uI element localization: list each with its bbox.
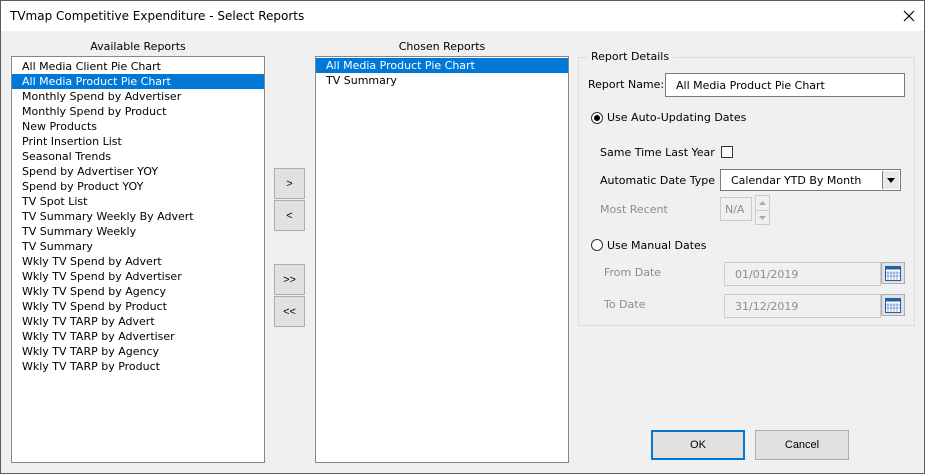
to-date-calendar-button[interactable] bbox=[881, 294, 905, 316]
spin-down-icon bbox=[759, 215, 766, 220]
cancel-button[interactable]: Cancel bbox=[755, 430, 849, 460]
from-date-label: From Date bbox=[604, 266, 662, 279]
dialog-body: Available Reports All Media Client Pie C… bbox=[0, 31, 925, 474]
add-all-button[interactable]: >> bbox=[274, 264, 305, 295]
manual-dates-radio[interactable] bbox=[591, 239, 603, 251]
list-item[interactable]: Print Insertion List bbox=[12, 134, 264, 149]
close-button[interactable] bbox=[894, 1, 924, 31]
spin-down-button[interactable] bbox=[756, 210, 769, 224]
same-time-last-year-checkbox[interactable] bbox=[721, 146, 733, 158]
list-item[interactable]: TV Summary Weekly bbox=[12, 224, 264, 239]
list-item[interactable]: TV Spot List bbox=[12, 194, 264, 209]
auto-date-type-select[interactable]: Calendar YTD By Month bbox=[720, 169, 901, 191]
same-time-last-year-label: Same Time Last Year bbox=[600, 146, 715, 159]
list-item[interactable]: Wkly TV Spend by Agency bbox=[12, 284, 264, 299]
list-item[interactable]: Wkly TV Spend by Advert bbox=[12, 254, 264, 269]
list-item[interactable]: TV Summary bbox=[316, 73, 568, 88]
list-item[interactable]: All Media Product Pie Chart bbox=[316, 58, 568, 73]
manual-dates-label: Use Manual Dates bbox=[607, 239, 707, 252]
spin-up-button[interactable] bbox=[756, 196, 769, 210]
list-item[interactable]: Monthly Spend by Product bbox=[12, 104, 264, 119]
most-recent-input[interactable]: N/A bbox=[720, 197, 752, 221]
chosen-reports-list[interactable]: All Media Product Pie Chart TV Summary bbox=[315, 56, 569, 463]
chosen-reports-caption: Chosen Reports bbox=[398, 40, 486, 53]
list-item[interactable]: Wkly TV Spend by Product bbox=[12, 299, 264, 314]
from-date-calendar-button[interactable] bbox=[881, 262, 905, 284]
spin-up-icon bbox=[759, 201, 766, 205]
list-item[interactable]: Wkly TV TARP by Agency bbox=[12, 344, 264, 359]
list-item[interactable]: Spend by Product YOY bbox=[12, 179, 264, 194]
list-item[interactable]: Wkly TV TARP by Advert bbox=[12, 314, 264, 329]
list-item[interactable]: TV Summary bbox=[12, 239, 264, 254]
add-report-button[interactable]: > bbox=[274, 168, 305, 199]
remove-all-button[interactable]: << bbox=[274, 296, 305, 327]
available-reports-list[interactable]: All Media Client Pie Chart All Media Prod… bbox=[11, 56, 265, 463]
list-item[interactable]: TV Summary Weekly By Advert bbox=[12, 209, 264, 224]
auto-date-type-value: Calendar YTD By Month bbox=[731, 174, 862, 187]
list-item[interactable]: All Media Client Pie Chart bbox=[12, 59, 264, 74]
to-date-input[interactable]: 31/12/2019 bbox=[724, 294, 881, 318]
list-item[interactable]: Wkly TV TARP by Product bbox=[12, 359, 264, 374]
available-reports-caption: Available Reports bbox=[90, 40, 186, 53]
auto-dates-radio[interactable] bbox=[591, 112, 603, 124]
most-recent-label: Most Recent bbox=[600, 203, 668, 216]
list-item[interactable]: Wkly TV Spend by Advertiser bbox=[12, 269, 264, 284]
most-recent-spinner[interactable] bbox=[755, 195, 770, 225]
dropdown-arrow[interactable] bbox=[882, 171, 899, 189]
from-date-input[interactable]: 01/01/2019 bbox=[724, 262, 881, 286]
list-item[interactable]: Wkly TV TARP by Advertiser bbox=[12, 329, 264, 344]
calendar-icon bbox=[885, 297, 901, 313]
report-name-label: Report Name: bbox=[588, 78, 665, 91]
chevron-down-icon bbox=[887, 177, 895, 183]
list-item[interactable]: Spend by Advertiser YOY bbox=[12, 164, 264, 179]
close-icon bbox=[903, 10, 915, 22]
auto-dates-label: Use Auto-Updating Dates bbox=[607, 111, 747, 124]
title-bar: TVmap Competitive Expenditure - Select R… bbox=[0, 0, 925, 31]
list-item[interactable]: Monthly Spend by Advertiser bbox=[12, 89, 264, 104]
report-name-input[interactable]: All Media Product Pie Chart bbox=[665, 73, 905, 97]
calendar-icon bbox=[885, 265, 901, 281]
auto-date-type-label: Automatic Date Type bbox=[600, 174, 715, 187]
list-item[interactable]: Seasonal Trends bbox=[12, 149, 264, 164]
list-item[interactable]: All Media Product Pie Chart bbox=[12, 74, 264, 89]
remove-report-button[interactable]: < bbox=[274, 200, 305, 231]
list-item[interactable]: New Products bbox=[12, 119, 264, 134]
to-date-label: To Date bbox=[604, 298, 646, 311]
ok-button[interactable]: OK bbox=[651, 430, 745, 460]
window-title: TVmap Competitive Expenditure - Select R… bbox=[10, 9, 305, 23]
report-details-legend: Report Details bbox=[587, 50, 674, 63]
